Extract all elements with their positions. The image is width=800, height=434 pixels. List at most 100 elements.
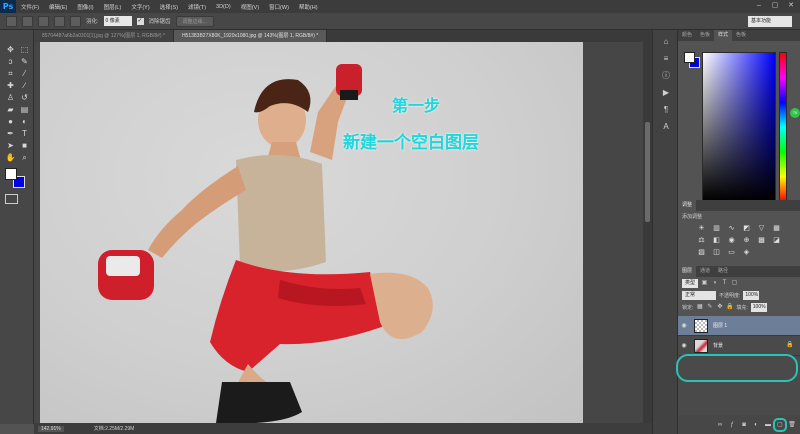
- fill-input[interactable]: 100%: [750, 302, 767, 312]
- move-tool-icon[interactable]: ✥: [4, 44, 17, 55]
- eraser-tool-icon[interactable]: ▰: [4, 104, 17, 115]
- link-layers-icon[interactable]: ∞: [716, 421, 724, 429]
- menu-view[interactable]: 视图(V): [236, 3, 264, 11]
- marquee-tool-icon[interactable]: ⬚: [18, 44, 31, 55]
- tab-adjustments[interactable]: 调整: [678, 200, 697, 211]
- healing-tool-icon[interactable]: ✚: [4, 80, 17, 91]
- menu-edit[interactable]: 编辑(E): [44, 3, 72, 11]
- opacity-input[interactable]: 100%: [743, 290, 760, 300]
- quick-select-tool-icon[interactable]: ✎: [18, 56, 31, 67]
- color-lookup-icon[interactable]: ▩: [756, 236, 767, 245]
- invert-icon[interactable]: ◪: [771, 236, 782, 245]
- path-select-tool-icon[interactable]: ➤: [4, 140, 17, 151]
- vertical-scrollbar[interactable]: [643, 42, 652, 423]
- dodge-tool-icon[interactable]: ◐: [18, 116, 31, 127]
- new-selection-icon[interactable]: [22, 15, 33, 27]
- stamp-tool-icon[interactable]: ♙: [4, 92, 17, 103]
- tab-paths[interactable]: 路径: [714, 266, 732, 277]
- tab-channels[interactable]: 通道: [696, 266, 714, 277]
- quick-mask-icon[interactable]: [5, 194, 18, 204]
- actions-panel-icon[interactable]: ▶: [659, 87, 673, 98]
- blend-mode-select[interactable]: 正常: [682, 290, 716, 300]
- menu-window[interactable]: 窗口(W): [264, 3, 294, 11]
- paragraph-panel-icon[interactable]: ¶: [659, 104, 673, 115]
- lock-pixels-icon[interactable]: ✎: [706, 304, 713, 311]
- gradient-tool-icon[interactable]: ▤: [18, 104, 31, 115]
- menu-type[interactable]: 文字(Y): [126, 3, 154, 11]
- refine-edge-button[interactable]: 调整边缘...: [175, 15, 214, 27]
- document-photo[interactable]: 第一步 新建一个空白图层: [40, 42, 583, 423]
- shape-tool-icon[interactable]: ■: [18, 140, 31, 151]
- selective-color-icon[interactable]: ◈: [741, 248, 752, 257]
- layer-filter-select[interactable]: 类型: [682, 278, 699, 288]
- new-group-icon[interactable]: ▬: [764, 421, 772, 429]
- filter-shape-icon[interactable]: ▢: [731, 280, 738, 287]
- type-tool-icon[interactable]: T: [18, 128, 31, 139]
- zoom-level[interactable]: 142.91%: [38, 425, 64, 432]
- minimize-icon[interactable]: –: [754, 1, 764, 10]
- pen-tool-icon[interactable]: ✒: [4, 128, 17, 139]
- menu-help[interactable]: 帮助(H): [294, 3, 323, 11]
- menu-3d[interactable]: 3D(D): [211, 4, 236, 10]
- menu-file[interactable]: 文件(F): [16, 3, 44, 11]
- canvas-area[interactable]: 第一步 新建一个空白图层: [34, 42, 652, 423]
- history-panel-icon[interactable]: ⌂: [659, 36, 673, 47]
- crop-tool-icon[interactable]: ⌗: [4, 68, 17, 79]
- lasso-tool-preset-icon[interactable]: [6, 15, 17, 27]
- lock-all-icon[interactable]: 🔒: [726, 304, 733, 311]
- curves-icon[interactable]: ∿: [726, 224, 737, 233]
- lock-position-icon[interactable]: ✥: [716, 304, 723, 311]
- history-brush-icon[interactable]: ↺: [18, 92, 31, 103]
- intersect-selection-icon[interactable]: [70, 15, 81, 27]
- subtract-selection-icon[interactable]: [54, 15, 65, 27]
- workspace-select[interactable]: 基本功能: [748, 16, 792, 27]
- brightness-icon[interactable]: ☀: [696, 224, 707, 233]
- exposure-icon[interactable]: ◩: [741, 224, 752, 233]
- lasso-tool-icon[interactable]: ↄ: [4, 56, 17, 67]
- gradient-map-icon[interactable]: ▭: [726, 248, 737, 257]
- add-selection-icon[interactable]: [38, 15, 49, 27]
- posterize-icon[interactable]: ▨: [696, 248, 707, 257]
- photo-filter-icon[interactable]: ◉: [726, 236, 737, 245]
- hue-saturation-icon[interactable]: ▦: [771, 224, 782, 233]
- new-layer-icon[interactable]: ▢: [773, 417, 787, 432]
- filter-adjust-icon[interactable]: ◑: [711, 280, 718, 287]
- filter-type-icon[interactable]: T: [721, 280, 728, 287]
- color-knob[interactable]: 70: [790, 108, 800, 118]
- feather-input[interactable]: 0 像素: [103, 16, 132, 26]
- menu-select[interactable]: 选择(S): [155, 3, 183, 11]
- brush-tool-icon[interactable]: ∕: [18, 80, 31, 91]
- scrollbar-thumb[interactable]: [645, 122, 650, 222]
- maximize-icon[interactable]: ▢: [770, 1, 780, 10]
- threshold-icon[interactable]: ◫: [711, 248, 722, 257]
- properties-panel-icon[interactable]: ≡: [659, 53, 673, 64]
- foreground-color-swatch[interactable]: [5, 168, 17, 180]
- channel-mixer-icon[interactable]: ⊕: [741, 236, 752, 245]
- lock-transparency-icon[interactable]: ▦: [696, 304, 703, 311]
- color-balance-icon[interactable]: ⚖: [696, 236, 707, 245]
- delete-layer-icon[interactable]: 🗑: [788, 421, 796, 429]
- layer-mask-icon[interactable]: ◙: [740, 421, 748, 429]
- hand-tool-icon[interactable]: ✋: [4, 152, 17, 163]
- character-panel-icon[interactable]: A: [659, 121, 673, 132]
- info-panel-icon[interactable]: ⓘ: [659, 70, 673, 81]
- blur-tool-icon[interactable]: ●: [4, 116, 17, 127]
- layer-style-icon[interactable]: ƒ: [728, 421, 736, 429]
- layer-row-1[interactable]: ◉ 图层 1: [678, 316, 800, 336]
- layer-name[interactable]: 图层 1: [713, 322, 727, 329]
- adjustment-layer-icon[interactable]: ◐: [752, 421, 760, 429]
- eyedropper-tool-icon[interactable]: ⁄: [18, 68, 31, 79]
- antialias-checkbox[interactable]: ✓: [136, 17, 144, 25]
- tab-document-1[interactable]: 85704487a6b2a0301[1].jpg @ 127%(图层 1, RG…: [34, 30, 174, 42]
- menu-layer[interactable]: 图层(L): [99, 3, 127, 11]
- layer-name[interactable]: 背景: [713, 342, 723, 349]
- layer-row-background[interactable]: ◉ 背景 🔒: [678, 336, 800, 356]
- tab-layers[interactable]: 图层: [678, 266, 697, 277]
- zoom-tool-icon[interactable]: ⌕: [18, 152, 31, 163]
- vibrance-icon[interactable]: ▽: [756, 224, 767, 233]
- panel-foreground-swatch[interactable]: [684, 52, 695, 63]
- filter-pixel-icon[interactable]: ▣: [701, 280, 708, 287]
- eye-icon[interactable]: ◉: [678, 322, 690, 329]
- tab-document-2[interactable]: H51383B27X80K_1920x1080.jpg @ 143%(图层 1,…: [173, 30, 328, 42]
- black-white-icon[interactable]: ◧: [711, 236, 722, 245]
